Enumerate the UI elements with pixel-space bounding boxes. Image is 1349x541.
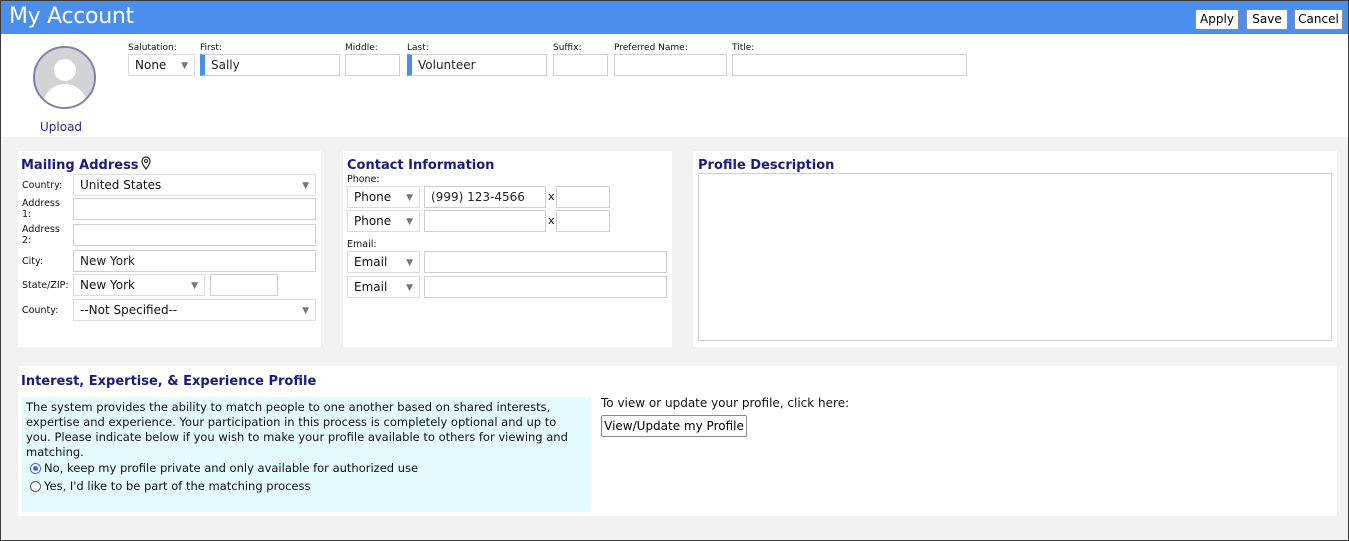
private-profile-label: No, keep my profile private and only ava…	[44, 461, 419, 475]
profile-description-heading: Profile Description	[698, 158, 835, 173]
extension-marker: x	[548, 214, 555, 227]
caret-down-icon: ▼	[406, 217, 413, 227]
phone-number-input-1[interactable]: (999) 123-4566	[424, 186, 546, 208]
title-input[interactable]	[732, 54, 967, 76]
state-select[interactable]: New York ▼	[73, 274, 205, 296]
view-profile-prompt: To view or update your profile, click he…	[601, 396, 850, 410]
radio-unselected-icon[interactable]	[30, 480, 41, 492]
zip-input[interactable]	[210, 274, 278, 296]
matching-process-option[interactable]: Yes, I'd like to be part of the matching…	[30, 479, 311, 493]
caret-down-icon: ▼	[191, 281, 198, 291]
address2-label: Address 2:	[22, 224, 60, 246]
county-select[interactable]: --Not Specified-- ▼	[73, 299, 316, 321]
phone-type-value: Phone	[354, 214, 392, 228]
phone-extension-input-2[interactable]	[556, 210, 610, 232]
contact-information-heading: Contact Information	[347, 158, 495, 173]
cancel-button[interactable]: Cancel	[1294, 9, 1343, 30]
country-value: United States	[80, 178, 162, 192]
middle-name-input[interactable]	[345, 54, 400, 76]
suffix-input[interactable]	[553, 54, 608, 76]
mailing-address-panel: Mailing Address Country: United States ▼…	[18, 151, 321, 347]
phone-type-select-2[interactable]: Phone ▼	[347, 210, 420, 232]
county-value: --Not Specified--	[80, 303, 178, 317]
state-zip-label: State/ZIP:	[22, 280, 69, 291]
caret-down-icon: ▼	[406, 283, 413, 293]
header-bar: My Account Apply Save Cancel	[1, 1, 1348, 34]
email-address-input-1[interactable]	[424, 251, 667, 273]
caret-down-icon: ▼	[406, 258, 413, 268]
email-type-value: Email	[354, 255, 388, 269]
phone-label: Phone:	[347, 174, 380, 185]
my-account-page: My Account Apply Save Cancel Upload Salu…	[0, 0, 1349, 541]
name-section: Upload Salutation: None ▼ First: Sally M…	[1, 34, 1348, 137]
caret-down-icon: ▼	[302, 181, 309, 191]
mailing-address-heading: Mailing Address	[21, 158, 139, 173]
salutation-select[interactable]: None ▼	[128, 54, 195, 76]
contact-information-panel: Contact Information Phone: Phone ▼ (999)…	[343, 151, 672, 347]
salutation-label: Salutation:	[128, 43, 177, 53]
upload-link[interactable]: Upload	[40, 120, 82, 134]
city-label: City:	[22, 256, 44, 267]
middle-label: Middle:	[345, 43, 378, 53]
user-silhouette-icon[interactable]	[33, 46, 96, 109]
caret-down-icon: ▼	[302, 306, 309, 316]
state-value: New York	[80, 278, 135, 292]
caret-down-icon: ▼	[181, 61, 188, 71]
apply-button[interactable]: Apply	[1195, 9, 1239, 30]
extension-marker: x	[548, 190, 555, 203]
address2-input[interactable]	[73, 224, 316, 246]
save-button[interactable]: Save	[1246, 9, 1288, 30]
title-label: Title:	[732, 43, 755, 53]
email-type-value: Email	[354, 280, 388, 294]
map-pin-icon	[141, 156, 151, 170]
private-profile-option[interactable]: No, keep my profile private and only ava…	[30, 461, 418, 475]
phone-type-select-1[interactable]: Phone ▼	[347, 186, 420, 208]
country-select[interactable]: United States ▼	[73, 174, 316, 196]
phone-number-input-2[interactable]	[424, 210, 546, 232]
last-name-input[interactable]: Volunteer	[407, 54, 547, 76]
address1-label: Address 1:	[22, 198, 60, 220]
address1-input[interactable]	[73, 198, 316, 220]
interest-profile-heading: Interest, Expertise, & Experience Profil…	[21, 374, 317, 389]
county-label: County:	[22, 305, 59, 316]
matching-process-label: Yes, I'd like to be part of the matching…	[44, 479, 311, 493]
email-label: Email:	[347, 239, 377, 250]
matching-description: The system provides the ability to match…	[26, 400, 568, 459]
page-title: My Account	[9, 4, 134, 29]
view-update-profile-button[interactable]: View/Update my Profile	[601, 415, 747, 437]
profile-description-panel: Profile Description	[693, 151, 1337, 347]
matching-info-box: The system provides the ability to match…	[22, 397, 591, 512]
first-label: First:	[200, 43, 222, 53]
caret-down-icon: ▼	[406, 193, 413, 203]
preferred-name-input[interactable]	[614, 54, 727, 76]
phone-extension-input-1[interactable]	[556, 186, 610, 208]
city-input[interactable]: New York	[73, 250, 316, 272]
last-label: Last:	[407, 43, 429, 53]
first-name-input[interactable]: Sally	[200, 54, 340, 76]
suffix-label: Suffix:	[553, 43, 582, 53]
radio-selected-icon[interactable]	[30, 462, 41, 474]
profile-description-textarea[interactable]	[698, 173, 1332, 341]
email-address-input-2[interactable]	[424, 276, 667, 298]
preferred-name-label: Preferred Name:	[614, 43, 688, 53]
phone-type-value: Phone	[354, 190, 392, 204]
email-type-select-1[interactable]: Email ▼	[347, 251, 420, 273]
email-type-select-2[interactable]: Email ▼	[347, 276, 420, 298]
salutation-value: None	[135, 58, 167, 72]
country-label: Country:	[22, 180, 63, 191]
